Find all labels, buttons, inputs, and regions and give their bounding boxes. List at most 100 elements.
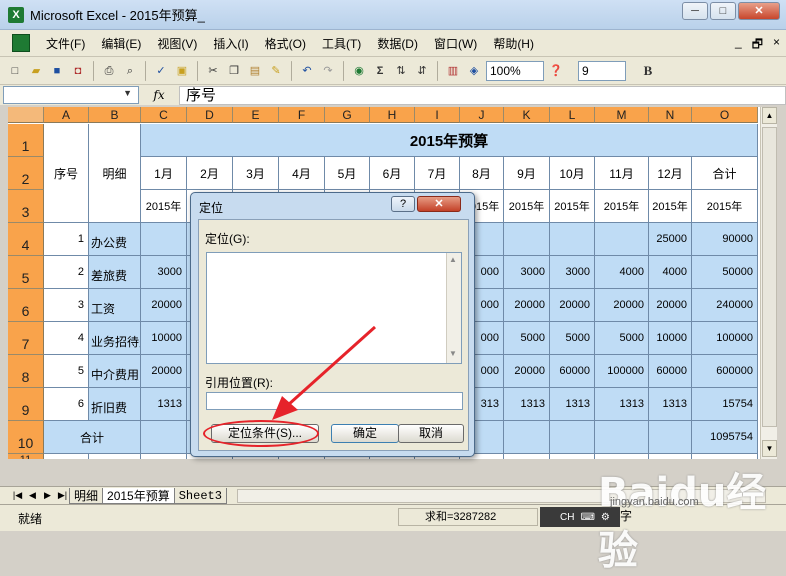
column-header[interactable]: L	[550, 107, 595, 123]
total-label[interactable]: 合计	[44, 421, 141, 454]
paste-icon[interactable]: ▤	[246, 62, 264, 80]
data-cell[interactable]: 60000	[550, 355, 595, 388]
tab-mingxi[interactable]: 明细	[69, 487, 104, 504]
menu-data[interactable]: 数据(D)	[369, 35, 426, 52]
data-cell[interactable]: 1313	[504, 388, 550, 421]
scroll-thumb[interactable]	[762, 127, 777, 427]
row-header[interactable]: 3	[8, 190, 44, 223]
column-header[interactable]: J	[460, 107, 504, 123]
cut-icon[interactable]: ✂	[204, 62, 222, 80]
total-cell[interactable]	[550, 421, 595, 454]
row-item-name[interactable]: 工资	[89, 289, 141, 322]
column-header[interactable]: B	[89, 107, 141, 123]
month-header[interactable]: 7月	[415, 157, 460, 190]
row-header[interactable]: 6	[8, 289, 44, 322]
year-label[interactable]: 2015年	[141, 190, 187, 223]
month-header[interactable]: 1月	[141, 157, 187, 190]
row-item-name[interactable]: 折旧费	[89, 388, 141, 421]
data-cell[interactable]: 20000	[141, 289, 187, 322]
tab-sheet3[interactable]: Sheet3	[173, 487, 227, 504]
month-header[interactable]: 10月	[550, 157, 595, 190]
month-header[interactable]: 11月	[595, 157, 649, 190]
help-icon[interactable]: ❓	[547, 62, 565, 80]
column-header[interactable]: N	[649, 107, 692, 123]
empty-cell[interactable]	[44, 454, 89, 459]
column-header[interactable]: E	[233, 107, 279, 123]
data-cell[interactable]: 3000	[504, 256, 550, 289]
empty-cell[interactable]	[595, 454, 649, 459]
close-button[interactable]: ✕	[738, 2, 780, 20]
reference-input[interactable]	[206, 392, 463, 410]
row-seq[interactable]: 1	[44, 223, 89, 256]
workbook-minimize-button[interactable]: _	[735, 35, 742, 56]
new-icon[interactable]: □	[6, 62, 24, 80]
menu-help[interactable]: 帮助(H)	[485, 35, 542, 52]
sort-descending-icon[interactable]: ⇵	[413, 62, 431, 80]
menu-file[interactable]: 文件(F)	[38, 35, 93, 52]
scroll-up-icon[interactable]: ▲	[762, 107, 777, 124]
list-scroll-up-icon[interactable]: ▲	[449, 255, 457, 264]
formula-input[interactable]: 序号	[179, 85, 786, 105]
restore-button[interactable]: □	[710, 2, 736, 20]
data-cell[interactable]: 90000	[692, 223, 758, 256]
print-preview-icon[interactable]: ⌕	[121, 62, 139, 80]
row-header[interactable]: 5	[8, 256, 44, 289]
sheet-title[interactable]: 2015年预算	[141, 124, 758, 157]
format-painter-icon[interactable]: ✎	[267, 62, 285, 80]
font-size-dropdown[interactable]: 9	[578, 60, 626, 81]
year-label[interactable]: 2015年	[649, 190, 692, 223]
total-value[interactable]: 1095754	[692, 421, 758, 454]
list-scroll-down-icon[interactable]: ▼	[449, 349, 457, 358]
select-all-corner[interactable]	[8, 107, 44, 123]
scroll-down-icon[interactable]: ▼	[762, 440, 777, 457]
drawing-icon[interactable]: ◈	[465, 62, 483, 80]
year-label[interactable]: 2015年	[692, 190, 758, 223]
data-cell[interactable]: 10000	[649, 322, 692, 355]
row-item-name[interactable]: 差旅费	[89, 256, 141, 289]
research-icon[interactable]: ▣	[173, 62, 191, 80]
data-cell[interactable]: 5000	[550, 322, 595, 355]
data-cell[interactable]: 5000	[504, 322, 550, 355]
total-cell[interactable]	[649, 421, 692, 454]
data-cell[interactable]: 1313	[550, 388, 595, 421]
workbook-restore-button[interactable]: 🗗	[752, 35, 763, 56]
sort-ascending-icon[interactable]: ⇅	[392, 62, 410, 80]
row-header[interactable]: 11	[8, 454, 44, 459]
year-label[interactable]: 2015年	[504, 190, 550, 223]
month-header[interactable]: 8月	[460, 157, 504, 190]
chart-wizard-icon[interactable]: ▥	[444, 62, 462, 80]
column-header[interactable]: G	[325, 107, 370, 123]
row-item-name[interactable]: 办公费	[89, 223, 141, 256]
data-cell[interactable]: 4000	[595, 256, 649, 289]
data-cell[interactable]: 100000	[692, 322, 758, 355]
data-cell[interactable]: 1313	[649, 388, 692, 421]
data-cell[interactable]: 60000	[649, 355, 692, 388]
empty-cell[interactable]	[89, 454, 141, 459]
column-header[interactable]: F	[279, 107, 325, 123]
print-icon[interactable]: ⎙	[100, 62, 118, 80]
workbook-close-button[interactable]: ×	[773, 35, 780, 56]
menu-view[interactable]: 视图(V)	[149, 35, 205, 52]
row-seq[interactable]: 3	[44, 289, 89, 322]
save-icon[interactable]: ■	[48, 62, 66, 80]
menu-window[interactable]: 窗口(W)	[426, 35, 485, 52]
row-header[interactable]: 9	[8, 388, 44, 421]
data-cell[interactable]: 50000	[692, 256, 758, 289]
prev-sheet-icon[interactable]: ◀	[25, 490, 40, 501]
dialog-close-button[interactable]: ✕	[417, 196, 461, 212]
data-cell[interactable]: 20000	[649, 289, 692, 322]
permission-icon[interactable]: ◘	[69, 62, 87, 80]
data-cell[interactable]	[141, 223, 187, 256]
data-cell[interactable]: 20000	[550, 289, 595, 322]
data-cell[interactable]: 25000	[649, 223, 692, 256]
data-cell[interactable]	[504, 223, 550, 256]
row-header[interactable]: 2	[8, 157, 44, 190]
data-cell[interactable]: 240000	[692, 289, 758, 322]
total-cell[interactable]	[595, 421, 649, 454]
menu-edit[interactable]: 编辑(E)	[93, 35, 149, 52]
row-item-name[interactable]: 中介费用	[89, 355, 141, 388]
row-seq[interactable]: 2	[44, 256, 89, 289]
data-cell[interactable]: 10000	[141, 322, 187, 355]
empty-cell[interactable]	[550, 454, 595, 459]
excel-app-icon[interactable]: X	[8, 6, 24, 23]
